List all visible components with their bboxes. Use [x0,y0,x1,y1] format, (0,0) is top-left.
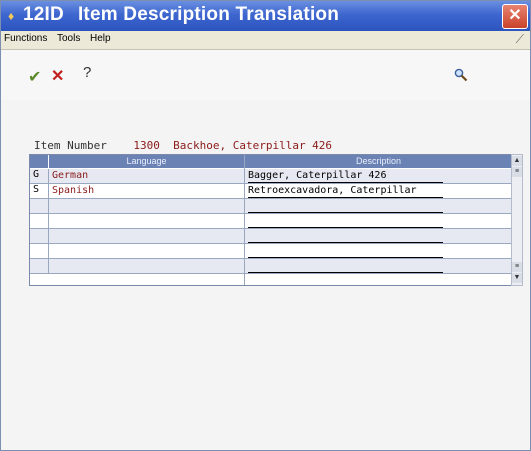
language-cell[interactable]: German [52,169,242,183]
description-cell[interactable]: Bagger, Caterpillar 426 [248,169,510,183]
translation-grid: Language Description G German Bagger, Ca… [29,154,513,286]
scroll-thumb[interactable]: ≡ [512,167,522,177]
row-divider [30,183,512,184]
item-number-label: Item Number [34,139,107,152]
scroll-down-icon[interactable]: ▼ [512,273,522,283]
app-window: ♦ 12ID Item Description Translation ✕ Fun… [0,0,531,451]
menu-bar: Functions Tools Help ⟋ [1,31,530,50]
row-selector[interactable] [30,199,49,213]
program-title: Item Description Translation [77,4,340,25]
close-button[interactable]: ✕ [502,4,528,29]
field-underline [248,182,443,183]
checkmark-icon[interactable]: ✔ [28,67,41,87]
row-divider [30,198,512,199]
grid-row[interactable] [30,244,512,258]
language-code: S [33,184,40,195]
field-underline [248,212,443,213]
row-divider [30,258,512,259]
language-code: G [33,169,40,180]
scroll-up-icon[interactable]: ▲ [512,156,522,166]
row-divider [30,273,512,274]
grid-row[interactable] [30,229,512,243]
grid-scrollbar[interactable]: ▲ ≡ ≡ ▼ [511,154,523,286]
grid-row[interactable] [30,214,512,228]
scroll-thumb-bottom[interactable]: ≡ [512,262,522,272]
row-selector[interactable] [30,244,49,258]
field-underline [248,257,443,258]
menu-functions[interactable]: Functions [4,33,47,44]
grid-header-corner [30,155,48,168]
row-selector[interactable]: G [30,169,49,183]
row-divider [30,243,512,244]
grid-row[interactable]: G German Bagger, Caterpillar 426 [30,169,512,183]
field-underline [248,227,443,228]
field-underline [248,242,443,243]
x-icon[interactable]: ✕ [51,66,64,86]
item-number-row: Item Number 1300 Backhoe, Caterpillar 42… [34,139,332,152]
description-cell[interactable]: Retroexcavadora, Caterpillar [248,184,510,198]
program-code: 12ID [23,4,64,25]
row-divider [30,213,512,214]
column-divider [244,155,245,285]
field-underline [248,272,443,273]
row-selector[interactable] [30,259,49,273]
grid-row[interactable] [30,259,512,273]
app-icon: ♦ [8,9,15,23]
grid-row[interactable] [30,199,512,213]
row-divider [30,228,512,229]
row-selector[interactable] [30,214,49,228]
menu-help[interactable]: Help [90,33,111,44]
pin-icon[interactable]: ⟋ [516,32,524,47]
window-title: 12ID Item Description Translation [23,4,339,26]
grid-row[interactable]: S Spanish Retroexcavadora, Caterpillar [30,184,512,198]
magnifier-icon[interactable] [454,68,468,82]
menu-tools[interactable]: Tools [57,33,80,44]
row-selector[interactable]: S [30,184,49,198]
field-underline [248,197,443,198]
toolbar: ✔ ✕ ? [1,50,530,100]
title-bar: ♦ 12ID Item Description Translation ✕ [1,1,530,31]
row-selector[interactable] [30,229,49,243]
help-button[interactable]: ? [83,64,91,81]
language-cell[interactable]: Spanish [52,184,242,198]
grid-header-language: Language [49,155,244,168]
item-description: Backhoe, Caterpillar 426 [173,139,333,152]
item-number-value: 1300 [133,139,160,152]
grid-header-description: Description [245,155,512,168]
